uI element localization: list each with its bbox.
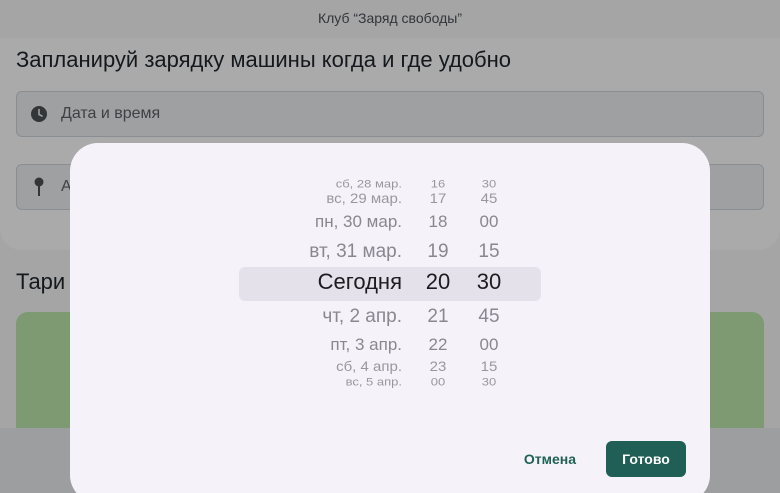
datetime-picker-dialog: сб, 28 мар. 16 30 вс, 29 мар. 17 45 пн, 30 мар… [70,143,710,493]
cancel-button[interactable]: Отмена [516,441,584,477]
picker-minute: 45 [478,306,500,327]
picker-date: вс, 29 мар. [326,191,402,207]
picker-hour: 00 [430,375,446,388]
picker-hour: 21 [427,306,449,327]
picker-minute: 45 [480,191,498,207]
picker-date: Сегодня [317,269,402,294]
picker-minute: 15 [478,241,500,262]
picker-date: вс, 5 апр. [345,375,402,388]
picker-minute: 30 [476,269,502,294]
picker-date: пн, 30 мар. [315,212,402,231]
picker-hour: 17 [429,191,447,207]
picker-minute: 00 [479,335,499,354]
picker-date: пт, 3 апр. [330,335,402,354]
picker-hour: 20 [425,269,451,294]
picker-date: сб, 28 мар. [335,177,402,190]
picker-minute: 15 [480,359,498,375]
picker-hour: 16 [430,177,446,190]
picker-date: сб, 4 апр. [336,359,402,375]
picker-hour: 18 [428,212,448,231]
done-button[interactable]: Готово [606,441,686,477]
picker-date: вт, 31 мар. [309,241,402,262]
picker-date: чт, 2 апр. [322,306,402,327]
picker-hour: 19 [427,241,449,262]
picker-hour: 22 [428,335,448,354]
picker-minute: 00 [479,212,499,231]
datetime-wheel-picker[interactable]: сб, 28 мар. 16 30 вс, 29 мар. 17 45 пн, 30 мар… [70,143,710,443]
picker-hour: 23 [429,359,447,375]
picker-minute: 30 [481,177,497,190]
picker-minute: 30 [481,375,497,388]
